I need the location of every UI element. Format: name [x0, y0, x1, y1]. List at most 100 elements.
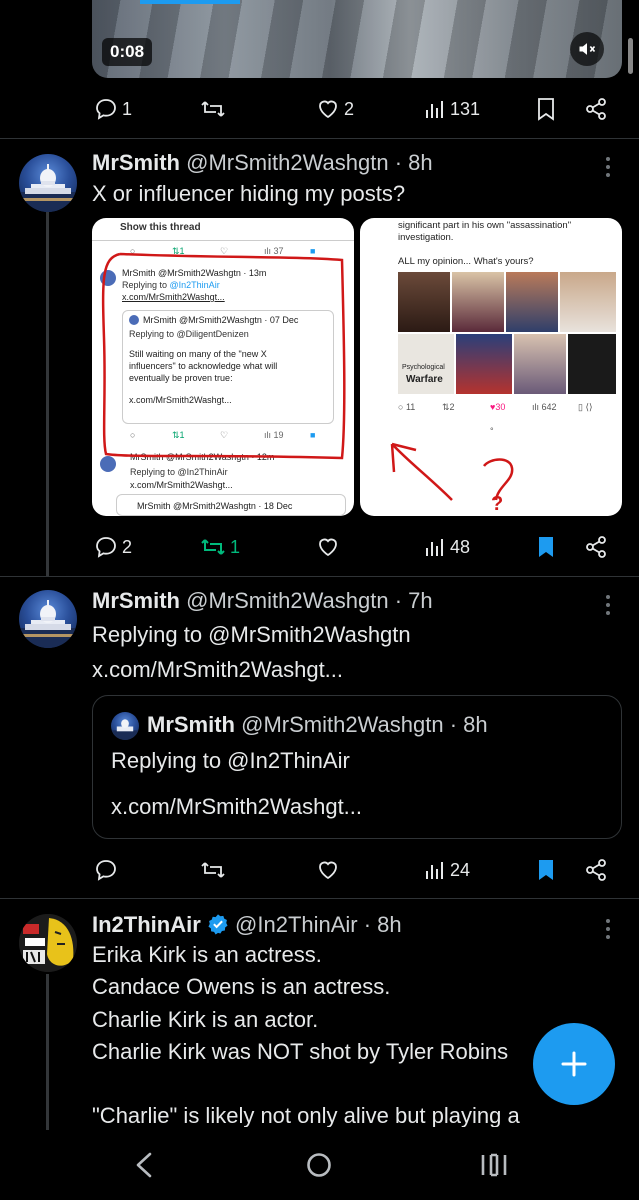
share-button[interactable] [584, 855, 608, 885]
analytics-icon [426, 862, 443, 879]
handle-time: @MrSmith2Washgtn · 8h [186, 150, 433, 175]
analytics-icon [426, 101, 443, 118]
more-options-button[interactable] [606, 157, 612, 177]
red-highlight-box [101, 252, 346, 460]
share-icon [586, 859, 606, 881]
reply-count: 1 [122, 98, 133, 119]
views-count: 131 [450, 98, 481, 119]
red-arrow-annotation [390, 442, 514, 501]
reply-count: 2 [122, 536, 133, 557]
avatar-mrsmith[interactable] [19, 154, 77, 212]
tweet-line-4: Charlie Kirk was NOT shot by Tyler Robin… [92, 1039, 509, 1064]
video-player[interactable]: 0:08 [92, 0, 622, 78]
tweet0-actions: 1 2 131 [92, 94, 612, 124]
display-name[interactable]: In2ThinAir [92, 912, 201, 937]
reply-icon [96, 537, 116, 558]
views-count: 24 [450, 859, 471, 880]
avatar-in2thinair[interactable] [19, 914, 77, 972]
home-button[interactable] [306, 1152, 332, 1183]
like-button[interactable]: 2 [316, 94, 354, 124]
home-circle-icon [307, 1153, 331, 1177]
heart-icon [319, 861, 337, 880]
bookmark-button[interactable] [536, 855, 556, 885]
reply-icon [96, 99, 116, 120]
tweet-line-2: Candace Owens is an actress. [92, 974, 391, 999]
tweet-link[interactable]: x.com/MrSmith2Washgt... [92, 653, 343, 686]
avatar-mrsmith[interactable] [19, 590, 77, 648]
more-options-button[interactable] [606, 595, 612, 615]
share-button[interactable] [584, 94, 608, 124]
quote-link: x.com/MrSmith2Washgt... [111, 794, 363, 819]
tweet-line-3: Charlie Kirk is an actor. [92, 1007, 319, 1032]
tweet2-header: MrSmith @MrSmith2Washgtn · 7h [92, 588, 433, 614]
reply-button[interactable]: 1 [94, 94, 132, 124]
more-options-button[interactable] [606, 919, 612, 939]
bookmark-button[interactable] [536, 532, 556, 562]
attached-image-right[interactable]: significant part in his own "assassinati… [360, 218, 622, 516]
like-button[interactable] [316, 532, 344, 562]
retweet-icon [201, 101, 225, 117]
tweet1-header: MrSmith @MrSmith2Washgtn · 8h [92, 150, 433, 176]
like-count: 2 [344, 98, 355, 119]
plus-icon [561, 1051, 587, 1077]
like-button[interactable] [316, 855, 344, 885]
quote-display-name: MrSmith [147, 712, 235, 737]
retweet-button[interactable] [200, 94, 230, 124]
quote-avatar [111, 712, 139, 740]
display-name[interactable]: MrSmith [92, 588, 180, 613]
capitol-avatar-icon [111, 719, 139, 740]
handle-time: @MrSmith2Washgtn · 7h [186, 588, 433, 613]
retweet-icon [201, 862, 225, 878]
views-button[interactable]: 131 [424, 94, 480, 124]
bookmark-filled-icon [539, 537, 553, 557]
mute-button[interactable] [570, 32, 604, 66]
tweet1-actions: 2 1 48 [92, 532, 612, 562]
speaker-muted-icon [579, 43, 596, 55]
scrollbar-thumb[interactable] [628, 38, 633, 74]
retweet-icon [201, 539, 225, 555]
share-button[interactable] [584, 532, 608, 562]
system-nav-bar [0, 1130, 639, 1200]
retweet-button[interactable]: 1 [200, 532, 240, 562]
video-timestamp: 0:08 [102, 38, 153, 66]
views-button[interactable]: 24 [424, 855, 470, 885]
reply-icon [96, 860, 116, 881]
handle-time: @In2ThinAir · 8h [235, 912, 402, 937]
retweet-count: 1 [230, 536, 241, 557]
divider [0, 138, 639, 139]
heart-icon [319, 100, 337, 119]
share-icon [586, 98, 606, 120]
retweet-button[interactable] [200, 855, 230, 885]
tweet3-header: In2ThinAir @In2ThinAir · 8h [92, 912, 402, 938]
attached-image-left[interactable]: Show this thread ○ ⇅1 ♡ ılı 37 ■ MrSmith… [92, 218, 354, 516]
red-question-mark: ? [491, 493, 504, 515]
heart-icon [319, 538, 337, 557]
tweet2-actions: 24 [92, 855, 612, 885]
tweet-line-1: Erika Kirk is an actress. [92, 942, 322, 967]
chevron-left-icon [136, 1152, 152, 1178]
in2thinair-avatar-icon [19, 914, 77, 972]
recents-button[interactable] [480, 1152, 508, 1183]
quote-handle-time: @MrSmith2Washgtn · 8h [241, 712, 488, 737]
quoted-tweet[interactable]: MrSmith @MrSmith2Washgtn · 8h Replying t… [92, 695, 622, 839]
verified-badge-icon [208, 914, 228, 935]
back-button[interactable] [132, 1150, 156, 1185]
reply-button[interactable]: 2 [94, 532, 132, 562]
quote-header: MrSmith @MrSmith2Washgtn · 8h [147, 712, 488, 738]
display-name[interactable]: MrSmith [92, 150, 180, 175]
thread-line [46, 974, 49, 1130]
tweet-line-5: "Charlie" is likely not only alive but p… [92, 1103, 520, 1127]
views-button[interactable]: 48 [424, 532, 470, 562]
bookmark-button[interactable] [536, 94, 556, 124]
tweet-text: X or influencer hiding my posts? [92, 181, 406, 206]
capitol-avatar-icon [19, 600, 77, 648]
divider [0, 576, 639, 577]
reply-button[interactable] [94, 855, 122, 885]
divider [0, 898, 639, 899]
reply-to-line[interactable]: Replying to @MrSmith2Washgtn [92, 618, 411, 651]
bookmark-icon [538, 98, 554, 121]
recents-icon [481, 1153, 507, 1177]
compose-button[interactable] [533, 1023, 615, 1105]
bookmark-filled-icon [539, 860, 553, 880]
share-icon [586, 536, 606, 558]
